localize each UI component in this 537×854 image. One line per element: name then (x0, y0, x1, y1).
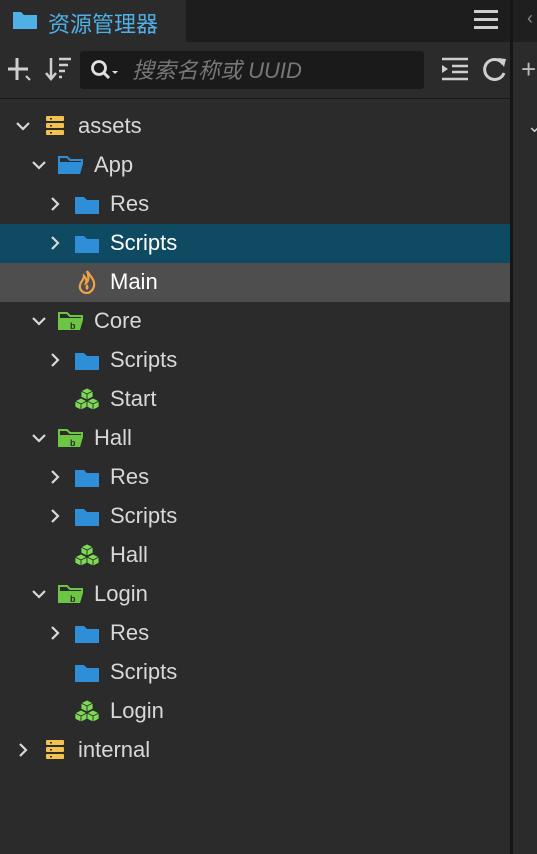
tree-row[interactable]: Res (0, 185, 510, 224)
chevron-right-icon[interactable] (48, 236, 62, 250)
toolbar (0, 42, 510, 98)
tree-item-label: Scripts (110, 659, 178, 684)
scene-cubes-icon (74, 387, 100, 411)
folder-icon (13, 12, 37, 29)
scene-cubes-icon (74, 699, 100, 723)
svg-text:b: b (70, 321, 76, 331)
svg-text:b: b (70, 594, 76, 604)
chevron-right-icon[interactable] (48, 470, 62, 484)
tree-row[interactable]: Scripts (0, 497, 510, 536)
tree-item-label: Login (110, 698, 164, 723)
search-icon[interactable] (90, 59, 120, 81)
tree-item-label: Scripts (110, 230, 178, 255)
adjacent-tab[interactable]: ‹ (513, 0, 537, 42)
chevron-right-icon[interactable] (16, 743, 30, 757)
tree-row[interactable]: Login (0, 692, 510, 731)
panel-title: 资源管理器 (48, 12, 159, 37)
assets-panel: 资源管理器 as (0, 0, 510, 854)
bundle-folder-icon: b (58, 309, 84, 333)
toolbar-separator (0, 98, 510, 99)
tree-item-label: Hall (110, 542, 148, 567)
tree-row[interactable]: assets (0, 107, 510, 146)
folder-blue-icon (74, 231, 100, 255)
plus-icon[interactable]: + (521, 56, 537, 82)
chevron-down-icon[interactable] (32, 587, 46, 601)
tree-row[interactable]: Start (0, 380, 510, 419)
tree-row[interactable]: b Hall (0, 419, 510, 458)
search-input[interactable] (130, 55, 419, 87)
tree-item-label: Core (94, 308, 142, 333)
tree-row[interactable]: Scripts (0, 653, 510, 692)
tree-item-label: Start (110, 386, 157, 411)
folder-blue-icon (74, 621, 100, 645)
tree-row[interactable]: Scripts (0, 224, 510, 263)
folder-open-blue-icon (58, 153, 84, 177)
tree-row[interactable]: App (0, 146, 510, 185)
search-box[interactable] (80, 51, 424, 89)
chevron-right-icon[interactable] (48, 353, 62, 367)
tree-row[interactable]: Scripts (0, 341, 510, 380)
hamburger-menu-icon[interactable] (474, 10, 498, 30)
asset-tree: assets App Res Scripts Main b Core Scripts Start… (0, 107, 510, 770)
tree-row[interactable]: Res (0, 614, 510, 653)
chevron-down-icon[interactable] (32, 314, 46, 328)
panel-tabbar: 资源管理器 (0, 0, 510, 42)
folder-blue-icon (74, 348, 100, 372)
collapse-all-icon[interactable] (440, 54, 470, 84)
bundle-folder-icon: b (58, 582, 84, 606)
tree-item-label: Hall (94, 425, 132, 450)
tree-item-label: Res (110, 191, 150, 216)
tree-item-label: App (94, 152, 134, 177)
tree-row[interactable]: internal (0, 731, 510, 770)
database-icon (42, 738, 68, 762)
tree-item-label: Main (110, 269, 158, 294)
tree-row[interactable]: Res (0, 458, 510, 497)
chevron-down-icon[interactable] (16, 119, 30, 133)
folder-blue-icon (74, 465, 100, 489)
chevron-down-icon[interactable] (32, 431, 46, 445)
tree-item-label: internal (78, 737, 151, 762)
svg-text:b: b (70, 438, 76, 448)
tree-row[interactable]: Main (0, 263, 510, 302)
chevron-left-icon: ‹ (527, 8, 533, 28)
tree-item-label: Scripts (110, 503, 178, 528)
tree-item-label: Res (110, 620, 150, 645)
chevron-down-icon[interactable]: ⌄ (527, 116, 537, 137)
folder-blue-icon (74, 192, 100, 216)
sort-icon[interactable] (44, 54, 74, 84)
adjacent-toolbar: + (513, 42, 537, 98)
tree-item-label: assets (78, 113, 142, 138)
tree-item-label: Scripts (110, 347, 178, 372)
tree-item-label: Login (94, 581, 148, 606)
folder-blue-icon (74, 660, 100, 684)
database-icon (42, 114, 68, 138)
adjacent-panel: ‹ + ⌄ (513, 0, 537, 854)
chevron-down-icon[interactable] (32, 158, 46, 172)
chevron-right-icon[interactable] (48, 197, 62, 211)
tree-row[interactable]: b Core (0, 302, 510, 341)
tree-row[interactable]: Hall (0, 536, 510, 575)
plus-icon[interactable] (4, 54, 34, 84)
scene-cubes-icon (74, 543, 100, 567)
bundle-folder-icon: b (58, 426, 84, 450)
folder-blue-icon (74, 504, 100, 528)
tree-row[interactable]: b Login (0, 575, 510, 614)
flame-script-icon (74, 270, 100, 295)
chevron-right-icon[interactable] (48, 626, 62, 640)
tab-assets[interactable]: 资源管理器 (0, 0, 186, 42)
chevron-right-icon[interactable] (48, 509, 62, 523)
tree-item-label: Res (110, 464, 150, 489)
refresh-icon[interactable] (480, 54, 510, 84)
